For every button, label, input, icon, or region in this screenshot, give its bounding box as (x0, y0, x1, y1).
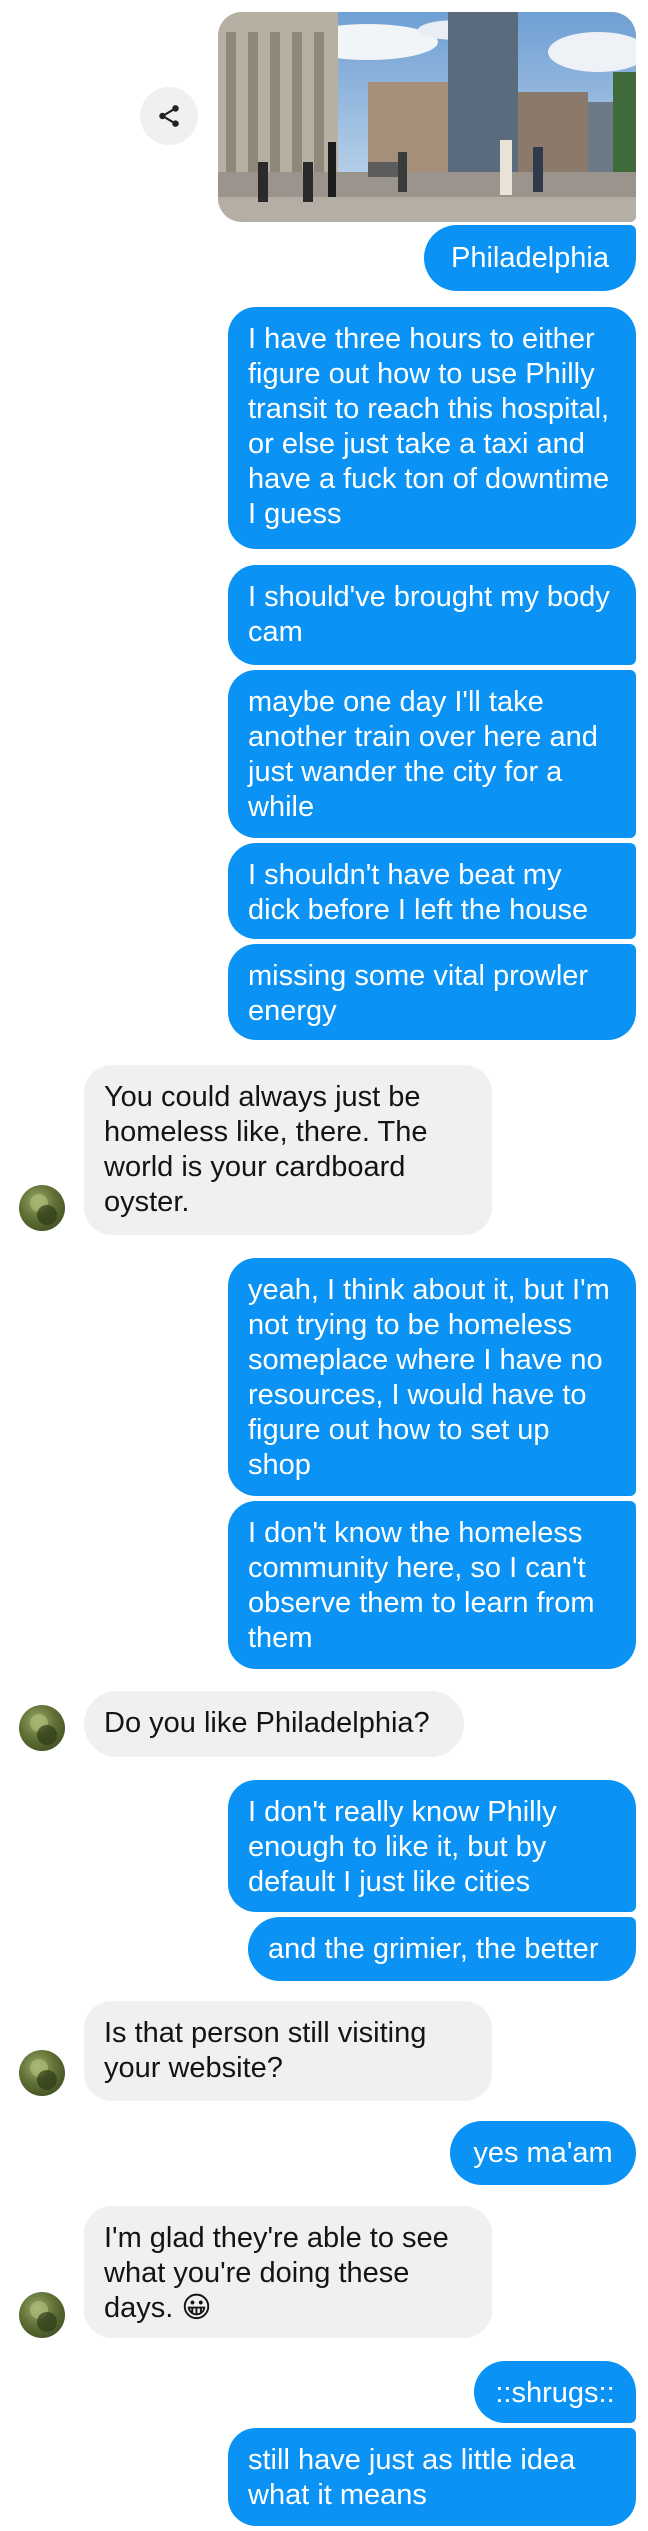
message-bubble: I don't know the homeless community here… (228, 1501, 636, 1669)
contact-avatar[interactable] (19, 2050, 65, 2096)
share-button[interactable] (140, 87, 198, 145)
contact-avatar[interactable] (19, 1705, 65, 1751)
message-bubble: Is that person still visiting your websi… (84, 2001, 492, 2101)
share-icon (159, 105, 179, 127)
photo-caption: Philadelphia (424, 225, 636, 291)
message-bubble: Do you like Philadelphia? (84, 1691, 464, 1757)
conversation-view: Philadelphia I have three hours to eithe… (0, 0, 648, 2531)
shared-photo[interactable] (218, 12, 636, 222)
message-bubble: missing some vital prowler energy (228, 944, 636, 1040)
message-bubble: still have just as little idea what it m… (228, 2428, 636, 2526)
message-bubble: yeah, I think about it, but I'm not tryi… (228, 1258, 636, 1496)
message-bubble: I should've brought my body cam (228, 565, 636, 665)
message-bubble: maybe one day I'll take another train ov… (228, 670, 636, 838)
message-bubble: I shouldn't have beat my dick before I l… (228, 843, 636, 939)
message-bubble: and the grimier, the better (248, 1917, 636, 1981)
message-bubble: ::shrugs:: (474, 2361, 636, 2423)
message-bubble: I don't really know Philly enough to lik… (228, 1780, 636, 1912)
message-bubble: I have three hours to either figure out … (228, 307, 636, 549)
message-bubble: I'm glad they're able to see what you're… (84, 2206, 492, 2338)
contact-avatar[interactable] (19, 1185, 65, 1231)
message-bubble: You could always just be homeless like, … (84, 1065, 492, 1235)
message-bubble: yes ma'am (450, 2121, 636, 2185)
contact-avatar[interactable] (19, 2292, 65, 2338)
